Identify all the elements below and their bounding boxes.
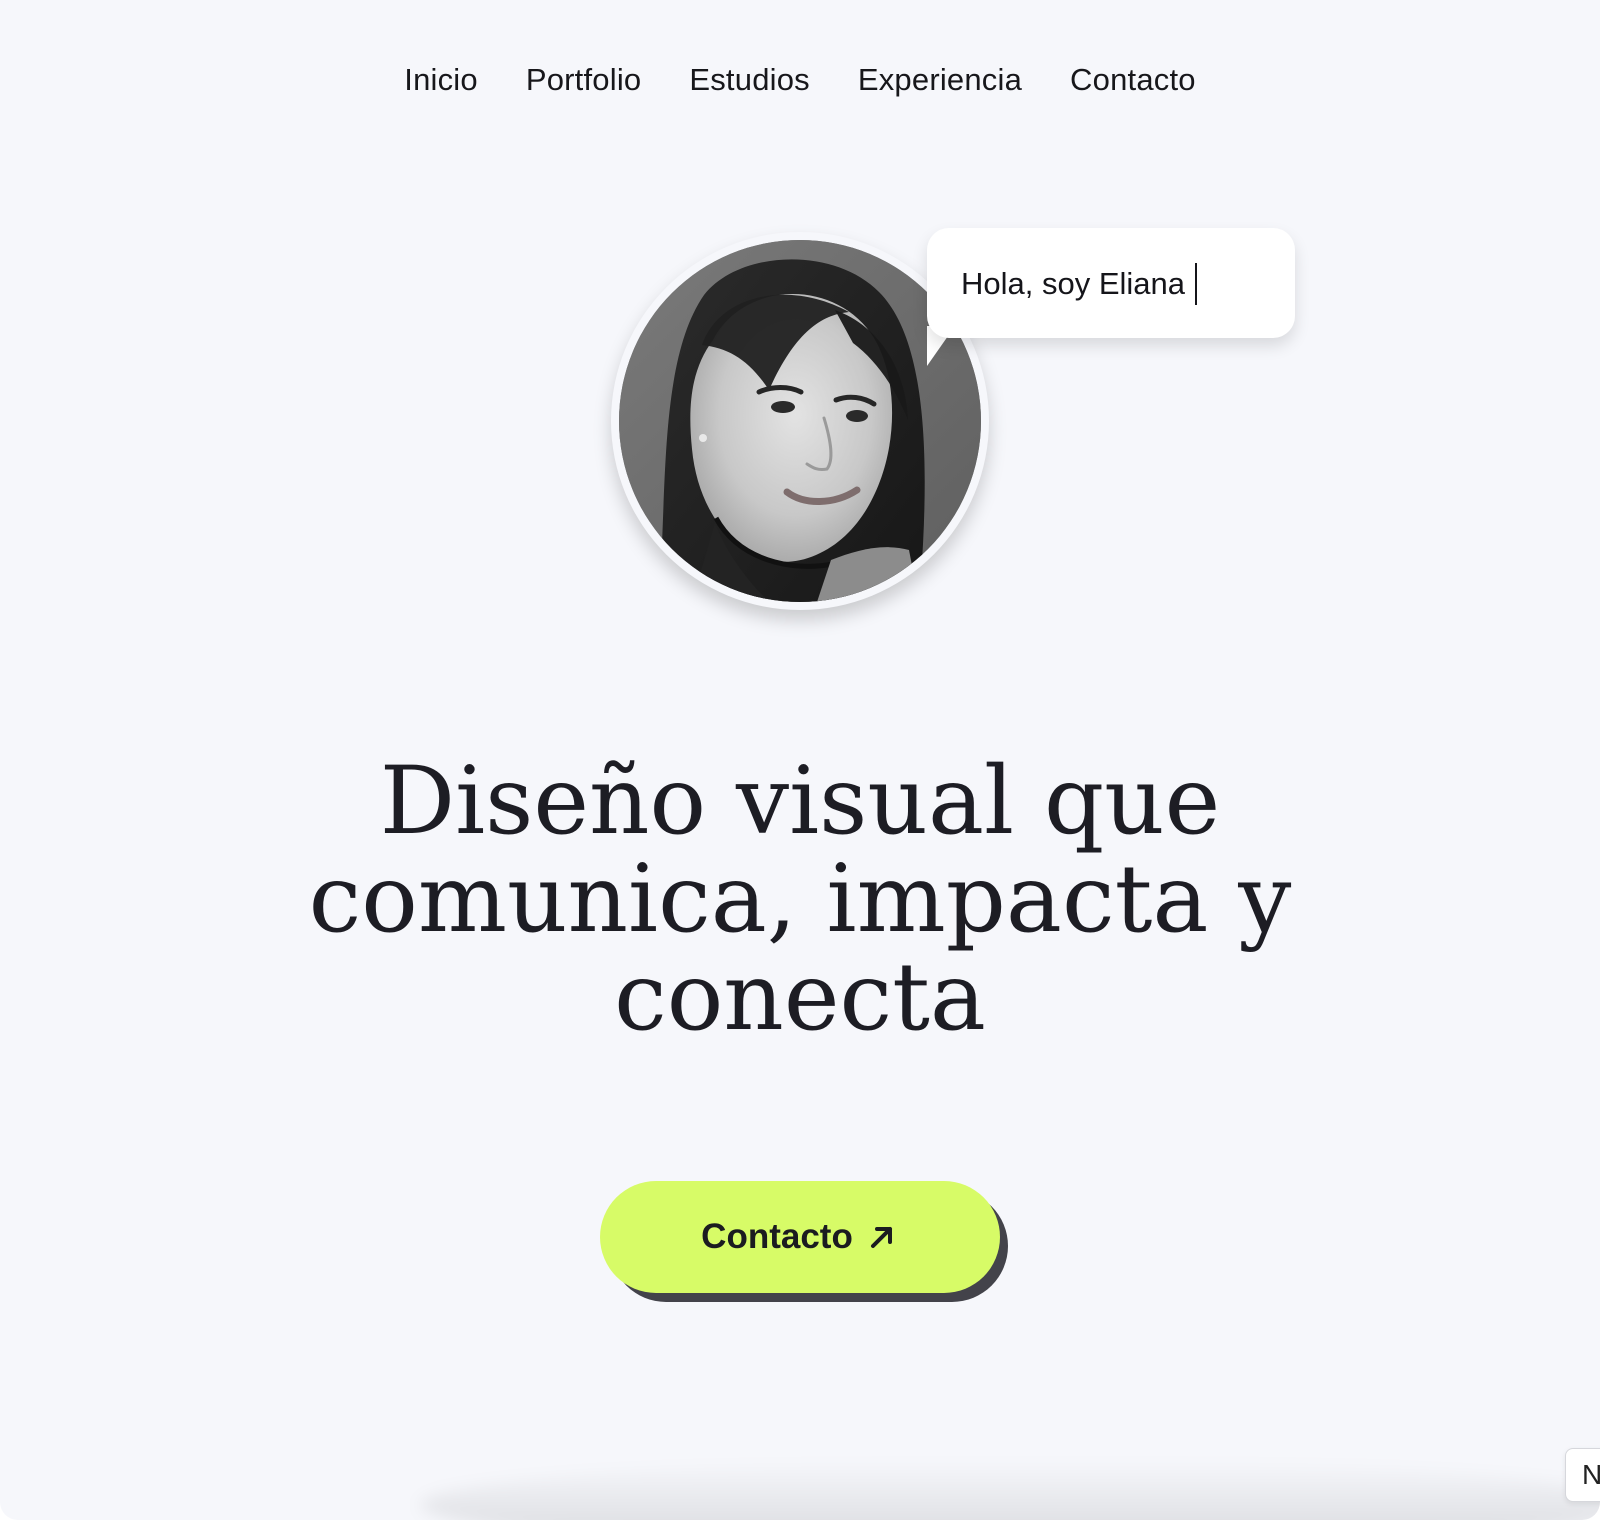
hero-headline: Diseño visual que comunica, impacta y co… xyxy=(300,753,1300,1047)
nav-item-contacto[interactable]: Contacto xyxy=(1070,62,1196,98)
arrow-up-right-icon xyxy=(870,1227,892,1248)
side-tab[interactable]: N xyxy=(1565,1448,1600,1502)
nav-item-portfolio[interactable]: Portfolio xyxy=(526,62,642,98)
nav-item-estudios[interactable]: Estudios xyxy=(689,62,810,98)
headline-line-3: conecta xyxy=(614,943,986,1052)
contact-button[interactable]: Contacto xyxy=(600,1181,1000,1293)
greeting-text: Hola, soy Eliana xyxy=(961,266,1186,301)
page: Inicio Portfolio Estudios Experiencia Co… xyxy=(0,0,1600,1520)
typing-caret xyxy=(1195,263,1198,305)
bottom-fade xyxy=(420,1460,1600,1520)
side-tab-label: N xyxy=(1582,1459,1600,1491)
nav-item-experiencia[interactable]: Experiencia xyxy=(858,62,1022,98)
headline-line-1: Diseño visual que xyxy=(379,747,1221,856)
speech-bubble: Hola, soy Eliana xyxy=(927,228,1295,338)
contact-button-label: Contacto xyxy=(701,1217,853,1256)
speech-bubble-text: Hola, soy Eliana xyxy=(961,263,1198,305)
headline-line-2: comunica, impacta y xyxy=(308,845,1292,954)
top-nav: Inicio Portfolio Estudios Experiencia Co… xyxy=(0,62,1600,98)
nav-item-inicio[interactable]: Inicio xyxy=(404,62,478,98)
